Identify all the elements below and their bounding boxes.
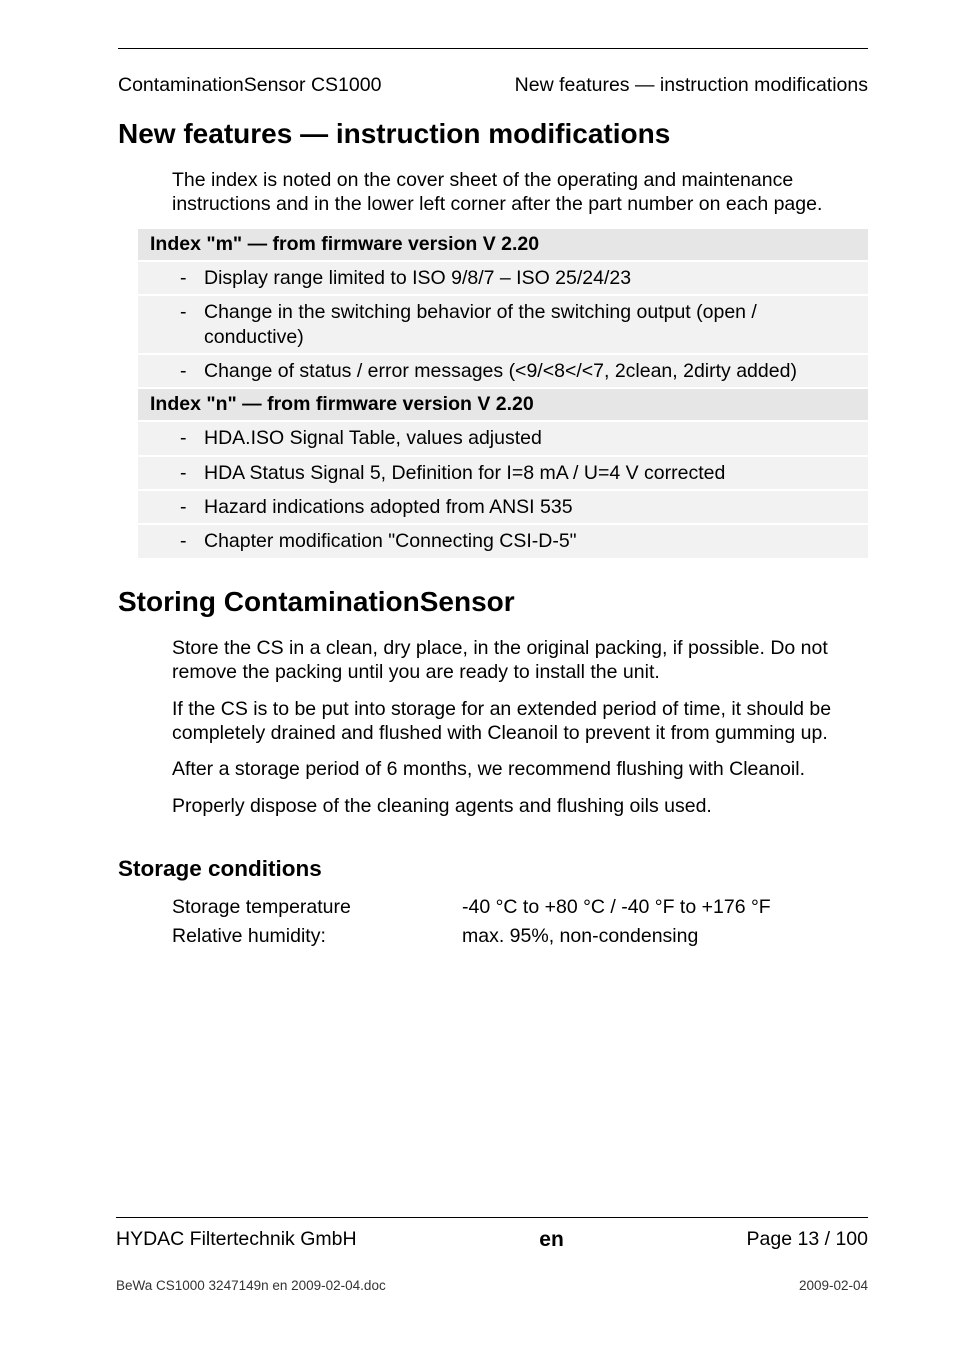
header-right: New features — instruction modifications: [515, 74, 868, 97]
header-rule: [118, 48, 868, 49]
kv-row: Relative humidity: max. 95%, non-condens…: [172, 925, 868, 948]
footer-rule: [116, 1217, 868, 1218]
section2-p4: Properly dispose of the cleaning agents …: [172, 794, 868, 818]
list-item-text: Display range limited to ISO 9/8/7 – ISO…: [204, 267, 631, 289]
footer-small-left: BeWa CS1000 3247149n en 2009-02-04.doc: [116, 1278, 386, 1293]
list-item-text: Change in the switching behavior of the …: [204, 301, 757, 347]
header-left: ContaminationSensor CS1000: [118, 74, 381, 97]
kv-val: max. 95%, non-condensing: [462, 925, 698, 948]
index-m-list: -Display range limited to ISO 9/8/7 – IS…: [138, 262, 868, 388]
section1-title: New features — instruction modifications: [118, 118, 868, 150]
footer-small-right: 2009-02-04: [799, 1278, 868, 1293]
kv-key: Storage temperature: [172, 896, 462, 919]
section1-intro: The index is noted on the cover sheet of…: [172, 168, 868, 217]
storage-conditions: Storage temperature -40 °C to +80 °C / -…: [172, 896, 868, 948]
section2-title: Storing ContaminationSensor: [118, 586, 868, 618]
list-item-text: HDA.ISO Signal Table, values adjusted: [204, 427, 542, 449]
list-item: -HDA Status Signal 5, Definition for I=8…: [138, 457, 868, 489]
main-content: New features — instruction modifications…: [118, 118, 868, 954]
list-item-text: HDA Status Signal 5, Definition for I=8 …: [204, 462, 725, 484]
list-item: -Change in the switching behavior of the…: [138, 296, 868, 353]
list-item-text: Hazard indications adopted from ANSI 535: [204, 496, 573, 518]
section2-p1: Store the CS in a clean, dry place, in t…: [172, 636, 868, 685]
footer-right: Page 13 / 100: [747, 1228, 868, 1252]
list-item: -Change of status / error messages (<9/<…: [138, 355, 868, 387]
kv-key: Relative humidity:: [172, 925, 462, 948]
section2-p3: After a storage period of 6 months, we r…: [172, 757, 868, 781]
index-m-head: Index "m" — from firmware version V 2.20: [138, 229, 868, 260]
list-item: -Display range limited to ISO 9/8/7 – IS…: [138, 262, 868, 294]
list-item-text: Change of status / error messages (<9/<8…: [204, 360, 797, 382]
index-n-head: Index "n" — from firmware version V 2.20: [138, 389, 868, 420]
list-item: -Chapter modification "Connecting CSI-D-…: [138, 525, 868, 557]
kv-val: -40 °C to +80 °C / -40 °F to +176 °F: [462, 896, 771, 919]
footer-mid: en: [539, 1228, 564, 1252]
list-item-text: Chapter modification "Connecting CSI-D-5…: [204, 530, 577, 552]
index-n-list: -HDA.ISO Signal Table, values adjusted -…: [138, 422, 868, 558]
section3-title: Storage conditions: [118, 856, 868, 882]
list-item: -Hazard indications adopted from ANSI 53…: [138, 491, 868, 523]
footer-left: HYDAC Filtertechnik GmbH: [116, 1228, 357, 1252]
kv-row: Storage temperature -40 °C to +80 °C / -…: [172, 896, 868, 919]
section2-p2: If the CS is to be put into storage for …: [172, 697, 868, 746]
list-item: -HDA.ISO Signal Table, values adjusted: [138, 422, 868, 454]
footer: HYDAC Filtertechnik GmbH en Page 13 / 10…: [0, 1217, 954, 1293]
